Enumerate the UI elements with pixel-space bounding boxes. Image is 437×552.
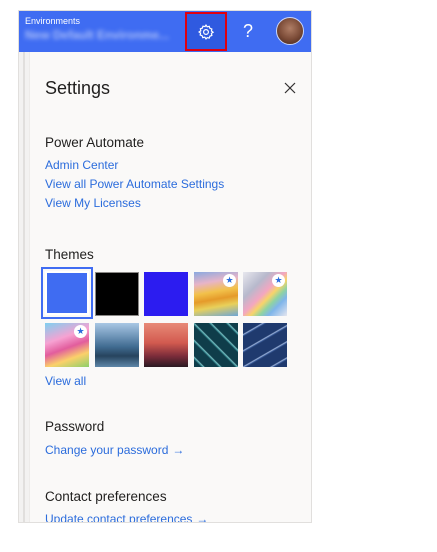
theme-swatch-black[interactable] <box>95 272 139 316</box>
password-heading: Password <box>45 419 105 434</box>
environment-label: Environments <box>25 16 81 26</box>
theme-swatch-pink-illustration[interactable]: ★ <box>45 323 89 367</box>
view-licenses-link[interactable]: View My Licenses <box>45 196 141 210</box>
star-icon: ★ <box>74 325 87 338</box>
user-avatar[interactable] <box>276 17 304 45</box>
contact-preferences-heading: Contact preferences <box>45 489 167 504</box>
themes-heading: Themes <box>45 247 94 262</box>
background-page <box>19 52 30 522</box>
gear-icon <box>198 23 215 40</box>
help-button[interactable]: ? <box>233 14 263 48</box>
close-button[interactable] <box>280 78 300 98</box>
close-icon <box>284 82 296 94</box>
settings-button[interactable] <box>185 12 227 51</box>
update-contact-preferences-link[interactable]: Update contact preferences → <box>45 512 209 523</box>
app-window: Environments New Default Environme... ? … <box>18 10 312 523</box>
environment-picker[interactable]: New Default Environme... <box>25 28 169 42</box>
theme-swatch-blueprint[interactable] <box>243 323 287 367</box>
theme-swatch-rainbow-ribbons[interactable]: ★ <box>243 272 287 316</box>
theme-swatch-circuit-board[interactable] <box>194 323 238 367</box>
theme-swatch-violet-blue[interactable] <box>144 272 188 316</box>
divider <box>23 52 25 522</box>
update-contact-label: Update contact preferences <box>45 512 193 523</box>
theme-swatch-blue[interactable] <box>41 267 93 319</box>
star-icon: ★ <box>223 274 236 287</box>
theme-swatch-palm-sunset[interactable] <box>144 323 188 367</box>
settings-panel: Settings Power Automate Admin Center Vie… <box>30 52 311 523</box>
panel-title: Settings <box>45 78 111 98</box>
theme-swatch-sunset-waves[interactable]: ★ <box>194 272 238 316</box>
view-all-themes-link[interactable]: View all <box>45 374 86 388</box>
help-icon: ? <box>242 20 253 41</box>
admin-center-link[interactable]: Admin Center <box>45 158 118 172</box>
power-automate-settings-link[interactable]: View all Power Automate Settings <box>45 177 224 191</box>
theme-swatch-mountain-lake[interactable] <box>95 323 139 367</box>
arrow-right-icon: → <box>172 443 185 457</box>
arrow-right-icon: → <box>196 512 209 523</box>
power-automate-heading: Power Automate <box>45 135 145 150</box>
top-bar: Environments New Default Environme... ? <box>19 11 311 52</box>
change-password-label: Change your password <box>45 443 169 457</box>
change-password-link[interactable]: Change your password → <box>45 443 184 457</box>
star-icon: ★ <box>272 274 285 287</box>
